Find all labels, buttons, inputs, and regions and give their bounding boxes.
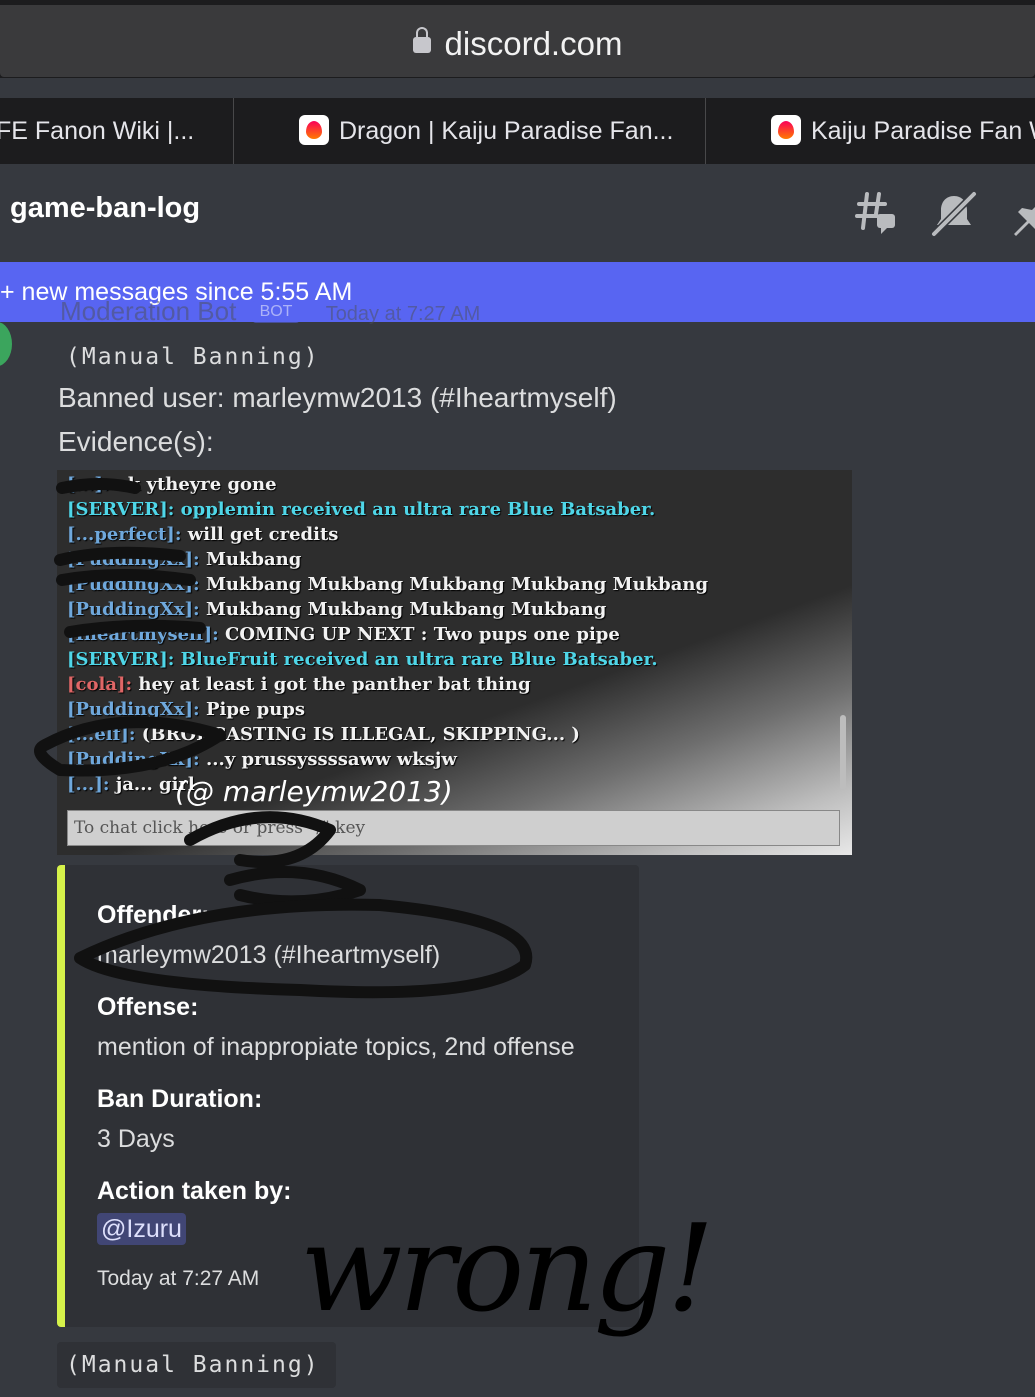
embed-field-name-offender: Offender: — [97, 901, 210, 929]
embed-footer-timestamp: Today at 7:27 AM — [97, 1267, 260, 1290]
url-display[interactable]: discord.com — [0, 25, 1035, 63]
game-chat-text: (BRODCASTING IS ILLEGAL, SKIPPING... ) — [141, 724, 580, 745]
tab-dragon-kaiju-paradise[interactable]: Dragon | Kaiju Paradise Fan... — [299, 98, 699, 164]
banned-user-line: Banned user: marleymw2013 (#Iheartmyself… — [58, 382, 617, 413]
embed-field-name-duration: Ban Duration: — [97, 1085, 263, 1113]
tab-divider — [705, 98, 706, 164]
chat-scrollbar — [840, 715, 846, 790]
embed-field-value-duration: 3 Days — [97, 1125, 175, 1153]
tab-label: Dragon | Kaiju Paradise Fan... — [339, 117, 674, 145]
message-timestamp: Today at 7:27 AM — [325, 303, 481, 325]
user-mention[interactable]: @Izuru — [97, 1213, 186, 1245]
tab-label: Kaiju Paradise Fan W — [811, 117, 1035, 145]
game-chat-username: [PuddingXx]: — [67, 749, 206, 770]
browser-tab-strip: FE Fanon Wiki |... Dragon | Kaiju Paradi… — [0, 98, 1035, 164]
game-chat-username: [...]: — [67, 774, 116, 795]
embed-field-value-offender: marleymw2013 (#Iheartmyself) — [97, 941, 441, 969]
url-text: discord.com — [444, 25, 623, 62]
game-chat-text: [SERVER]: BlueFruit received an ultra ra… — [67, 649, 658, 670]
evidence-image[interactable]: [...]: ok ytheyre gone [SERVER]: opplemin… — [57, 470, 852, 855]
game-chat-text: ...y prussyssssaww wksjw — [205, 749, 457, 770]
game-chat-username: [...elf]: — [67, 724, 142, 745]
game-chat-username: [PuddingXx]: — [67, 574, 206, 595]
game-chat-text: hey at least i got the panther bat thing — [138, 674, 531, 695]
game-chat-username: [...perfect]: — [67, 524, 188, 545]
game-chat-input: To chat click here or press "/" key — [67, 810, 840, 846]
embed-field-value-offense: mention of inappropiate topics, 2nd offe… — [97, 1033, 575, 1061]
tab-fe-fanon-wiki[interactable]: FE Fanon Wiki |... — [0, 98, 226, 164]
game-chat-text: will get credits — [187, 524, 339, 545]
evidence-user-tag: (@ marleymw2013) — [175, 775, 453, 808]
game-chat-line: [cola]: hey at least i got the panther b… — [67, 672, 708, 697]
fandom-icon — [771, 115, 801, 145]
game-chat-line: [PuddingXx]: Pipe pups — [67, 697, 708, 722]
ban-embed: Offender: marleymw2013 (#Iheartmyself) O… — [57, 865, 639, 1327]
author-name: Moderation Bot — [60, 296, 237, 326]
game-chat-text: Mukbang Mukbang Mukbang Mukbang Mukbang — [205, 574, 709, 595]
channel-name: game-ban-log — [10, 192, 201, 224]
embed-field-name-action-by: Action taken by: — [97, 1177, 292, 1205]
browser-url-bar: discord.com — [0, 0, 1035, 78]
mute-bell-icon[interactable] — [930, 190, 978, 238]
game-chat-line: [SERVER]: BlueFruit received an ultra ra… — [67, 647, 708, 672]
game-chat-line: [...perfect]: will get credits — [67, 522, 708, 547]
game-chat-username: [cola]: — [67, 674, 139, 695]
message-author-faded: Moderation Bot BOT Today at 7:27 AM — [60, 296, 480, 327]
game-chat-line: [SERVER]: opplemin received an ultra rar… — [67, 497, 708, 522]
next-manual-banning-label: (Manual Banning) — [57, 1342, 336, 1388]
game-chat-text: Pipe pups — [205, 699, 306, 720]
game-chat-text: COMING UP NEXT : Two pups one pipe — [225, 624, 620, 645]
embed-field-name-offense: Offense: — [97, 993, 199, 1021]
pin-icon[interactable] — [1010, 190, 1035, 238]
avatar[interactable] — [0, 322, 12, 366]
game-chat-line: [PuddingXx]: ...y prussyssssaww wksjw — [67, 747, 708, 772]
bot-badge: BOT — [251, 301, 301, 323]
game-chat-line: [Iheartmyself]: COMING UP NEXT : Two pup… — [67, 622, 708, 647]
tab-divider — [233, 98, 234, 164]
channel-header: game-ban-log — [0, 164, 1035, 260]
game-chat-line: [...elf]: (BRODCASTING IS ILLEGAL, SKIPP… — [67, 722, 708, 747]
tab-label: FE Fanon Wiki |... — [0, 117, 195, 145]
game-chat-log: [...]: ok ytheyre gone [SERVER]: opplemin… — [67, 472, 708, 797]
game-chat-username: [PuddingXx]: — [67, 599, 206, 620]
tab-kaiju-paradise-fan[interactable]: Kaiju Paradise Fan W — [771, 98, 1035, 164]
game-chat-username: [...]: — [67, 474, 116, 495]
fandom-icon — [299, 115, 329, 145]
game-chat-line: [PuddingXx]: Mukbang Mukbang Mukbang Muk… — [67, 572, 708, 597]
manual-banning-label: (Manual Banning) — [66, 344, 320, 370]
game-chat-line: [PuddingXx]: Mukbang Mukbang Mukbang Muk… — [67, 597, 708, 622]
address-field[interactable]: discord.com — [0, 5, 1035, 77]
game-chat-line: [...]: ok ytheyre gone — [67, 472, 708, 497]
game-chat-text: Mukbang — [205, 549, 302, 570]
game-chat-line: [PuddingXx]: Mukbang — [67, 547, 708, 572]
game-chat-username: [PuddingXx]: — [67, 699, 206, 720]
threads-icon[interactable] — [851, 190, 899, 238]
game-chat-username: [Iheartmyself]: — [67, 624, 226, 645]
lock-icon — [412, 27, 431, 53]
game-chat-text: ok ytheyre gone — [115, 474, 277, 495]
game-chat-username: [PuddingXx]: — [67, 549, 206, 570]
game-chat-text: [SERVER]: opplemin received an ultra rar… — [67, 499, 656, 520]
evidence-label: Evidence(s): — [58, 426, 214, 457]
game-chat-text: Mukbang Mukbang Mukbang Mukbang — [205, 599, 607, 620]
